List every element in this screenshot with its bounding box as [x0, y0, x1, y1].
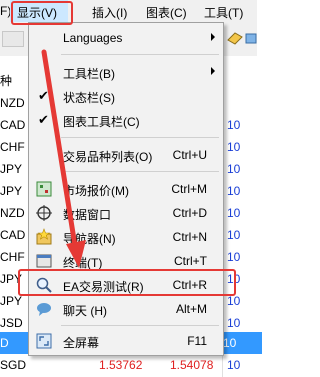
annotation-arrow-icon [41, 49, 86, 268]
